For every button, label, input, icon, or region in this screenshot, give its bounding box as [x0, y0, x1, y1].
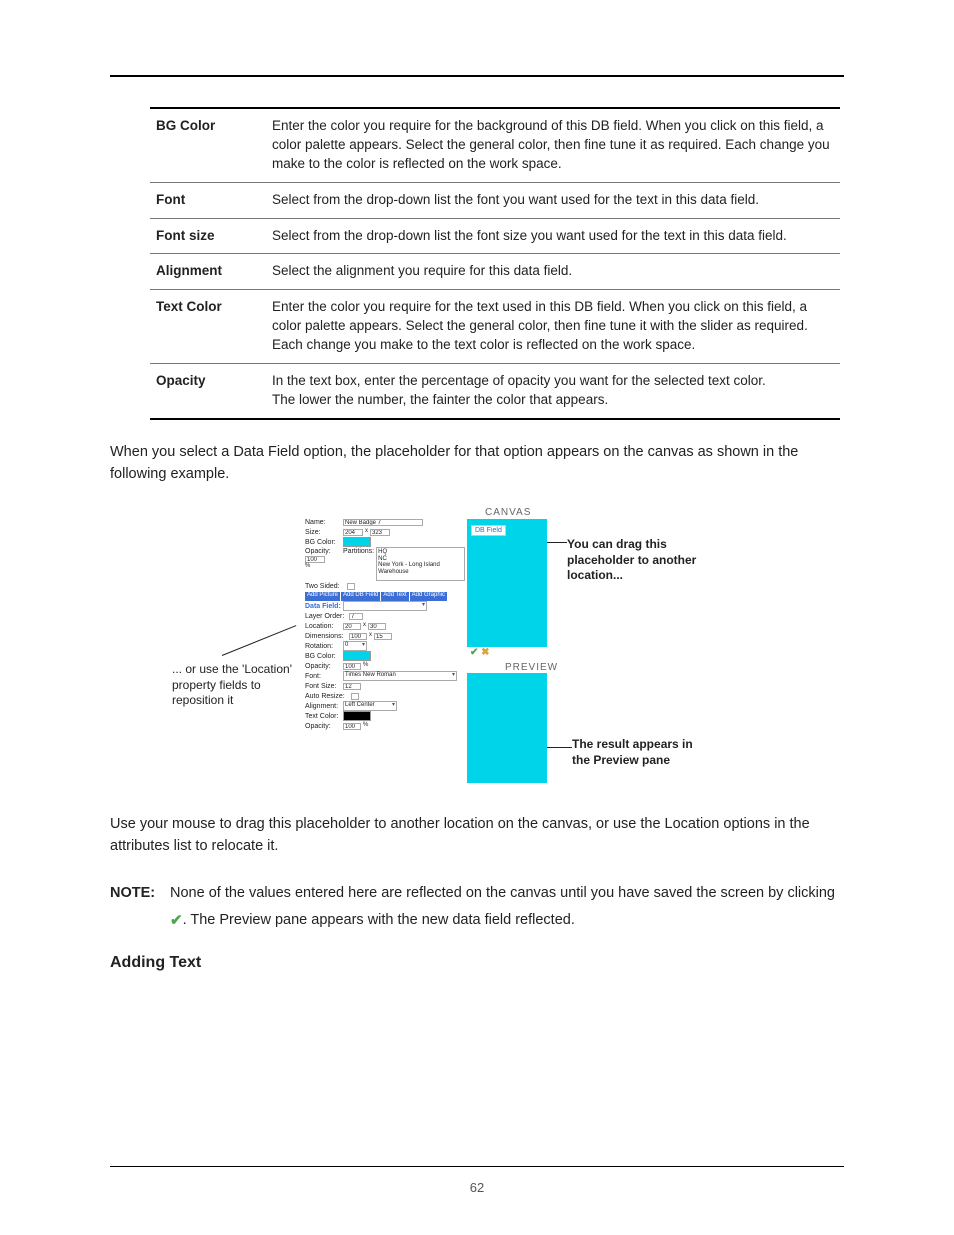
bgcolor2-swatch[interactable] [343, 651, 371, 661]
check-icon: ✔ [170, 907, 183, 936]
percent-label: % [305, 563, 341, 571]
bgcolor-swatch[interactable] [343, 537, 371, 547]
percent-label: % [363, 722, 368, 730]
font-select[interactable]: Times New Roman▾ [343, 671, 457, 681]
canvas-label: CANVAS [485, 507, 531, 518]
properties-panel: Name:New Badge 7 Size:204x323 BG Color: … [305, 517, 465, 731]
panel-label: Font: [305, 672, 341, 681]
add-dbfield-button[interactable]: Add DB Field [341, 592, 380, 601]
panel-label: Rotation: [305, 642, 341, 651]
prop-label: Font [150, 182, 266, 218]
note-block: NOTE: None of the values entered here ar… [110, 880, 844, 936]
layerorder-input[interactable]: 7 [349, 613, 363, 620]
opacity-input[interactable]: 100 [305, 556, 325, 563]
prop-label: BG Color [150, 108, 266, 182]
percent-label: % [363, 662, 368, 670]
prop-desc: In the text box, enter the percentage of… [266, 364, 840, 419]
intro-paragraph: When you select a Data Field option, the… [110, 442, 844, 486]
note-label: NOTE: [110, 880, 160, 936]
connector-line [547, 542, 567, 543]
panel-label: Alignment: [305, 702, 341, 711]
table-row: AlignmentSelect the alignment you requir… [150, 254, 840, 290]
callout-drag-placeholder: You can drag this placeholder to another… [567, 537, 697, 584]
footer-rule [110, 1166, 844, 1167]
page-top-rule [110, 75, 844, 77]
prop-desc: Enter the color you require for the text… [266, 290, 840, 364]
prop-label: Alignment [150, 254, 266, 290]
table-row: Text ColorEnter the color you require fo… [150, 290, 840, 364]
page-number: 62 [0, 1180, 954, 1195]
panel-label: Opacity: [305, 662, 341, 671]
table-row: OpacityIn the text box, enter the percen… [150, 364, 840, 419]
locx-input[interactable]: 20 [343, 623, 361, 630]
partitions-listbox[interactable]: HQ NC New York - Long Island Warehouse [376, 547, 465, 581]
prop-desc: Select from the drop-down list the font … [266, 218, 840, 254]
callout-preview-result: The result appears in the Preview pane [572, 737, 712, 768]
add-picture-button[interactable]: Add Picture [305, 592, 340, 601]
datafield-select[interactable]: ▾ [343, 601, 427, 611]
fontsize-input[interactable]: 12 [343, 683, 361, 690]
twosided-checkbox[interactable] [347, 583, 355, 590]
table-row: FontSelect from the drop-down list the f… [150, 182, 840, 218]
drag-paragraph: Use your mouse to drag this placeholder … [110, 814, 844, 858]
panel-label: Size: [305, 528, 341, 537]
prop-desc: Select the alignment you require for thi… [266, 254, 840, 290]
add-text-button[interactable]: Add Text [381, 592, 408, 601]
alignment-select[interactable]: Left Center▾ [343, 701, 397, 711]
note-text: None of the values entered here are refl… [170, 880, 844, 936]
panel-label: Text Color: [305, 712, 341, 721]
chevron-down-icon: ▾ [452, 672, 455, 680]
heading-adding-text: Adding Text [110, 954, 844, 972]
autoresize-checkbox[interactable] [351, 693, 359, 700]
check-icon: ✔ [470, 647, 478, 658]
canvas-preview-box [467, 519, 547, 647]
chevron-down-icon: ▾ [422, 602, 425, 610]
opacity2-input[interactable]: 100 [343, 663, 361, 670]
prop-label: Font size [150, 218, 266, 254]
add-graphic-button[interactable]: Add Graphic [410, 592, 447, 601]
panel-label: BG Color: [305, 538, 341, 547]
prop-desc: Select from the drop-down list the font … [266, 182, 840, 218]
panel-label: Name: [305, 518, 341, 527]
callout-location-property: ... or use the 'Location' property field… [172, 662, 292, 709]
panel-label: Dimensions: [305, 632, 347, 641]
panel-label: Auto Resize: [305, 692, 349, 701]
opacity3-input[interactable]: 100 [343, 723, 361, 730]
locy-input[interactable]: 30 [368, 623, 386, 630]
name-input[interactable]: New Badge 7 [343, 519, 423, 526]
size-w-input[interactable]: 204 [343, 529, 363, 536]
panel-label: BG Color: [305, 652, 341, 661]
db-field-placeholder: DB Field [471, 525, 506, 536]
table-row: BG ColorEnter the color you require for … [150, 108, 840, 182]
cross-icon: ✖ [481, 647, 489, 658]
chevron-down-icon: ▾ [392, 702, 395, 710]
prop-desc: Enter the color you require for the back… [266, 108, 840, 182]
rotation-select[interactable]: 0▾ [343, 641, 367, 651]
panel-label: Location: [305, 622, 341, 631]
connector-line [222, 625, 297, 656]
panel-label: Layer Order: [305, 612, 347, 621]
prop-label: Text Color [150, 290, 266, 364]
prop-label: Opacity [150, 364, 266, 419]
dimw-input[interactable]: 100 [349, 633, 367, 640]
textcolor-swatch[interactable] [343, 711, 371, 721]
example-diagram: ... or use the 'Location' property field… [127, 507, 827, 792]
dimh-input[interactable]: 15 [374, 633, 392, 640]
panel-label: Partitions: [343, 547, 374, 556]
save-cancel-icons: ✔ ✖ [470, 647, 490, 658]
properties-table: BG ColorEnter the color you require for … [150, 107, 840, 420]
preview-label: PREVIEW [505, 662, 558, 673]
connector-line [547, 747, 572, 748]
panel-label: Opacity: [305, 547, 341, 556]
size-h-input[interactable]: 323 [370, 529, 390, 536]
panel-label: Data Field: [305, 602, 341, 611]
panel-label: Font Size: [305, 682, 341, 691]
preview-pane-box [467, 673, 547, 783]
panel-label: Opacity: [305, 722, 341, 731]
panel-label: Two Sided: [305, 582, 345, 591]
table-row: Font sizeSelect from the drop-down list … [150, 218, 840, 254]
chevron-down-icon: ▾ [362, 642, 365, 650]
